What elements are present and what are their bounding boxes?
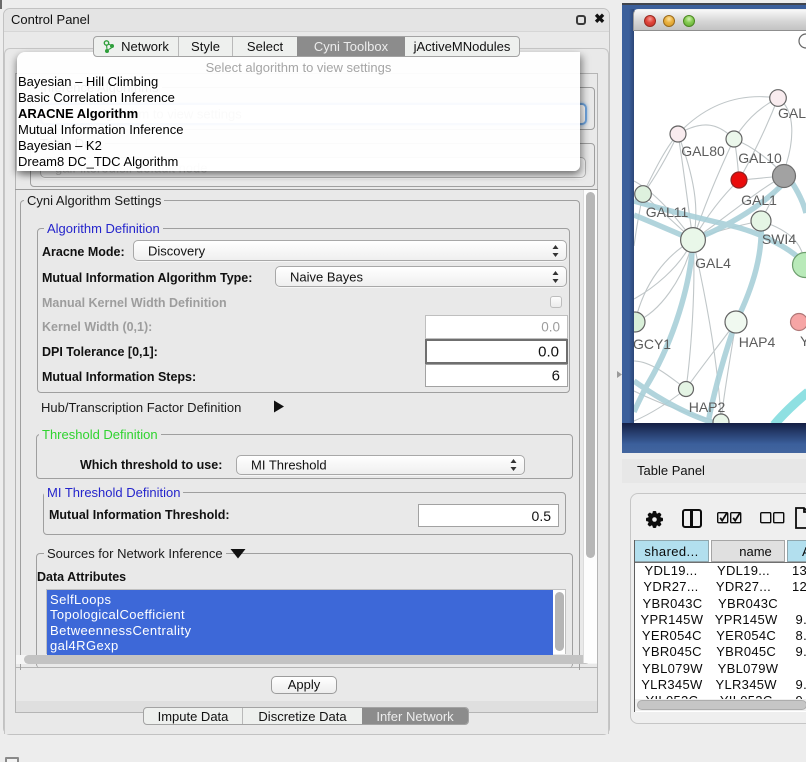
svg-text:GCY1: GCY1 [634, 336, 671, 352]
svg-text:GAL80: GAL80 [681, 143, 725, 159]
svg-text:GAL2: GAL2 [778, 105, 806, 121]
svg-text:GAL4: GAL4 [695, 255, 731, 271]
svg-text:YM: YM [800, 333, 806, 349]
svg-text:GAL10: GAL10 [738, 150, 782, 166]
svg-text:SWI4: SWI4 [762, 231, 796, 247]
svg-text:HAP2: HAP2 [689, 399, 726, 415]
svg-text:GAL1: GAL1 [741, 192, 777, 208]
svg-text:GAL11: GAL11 [646, 204, 689, 220]
svg-text:HAP4: HAP4 [739, 334, 776, 350]
